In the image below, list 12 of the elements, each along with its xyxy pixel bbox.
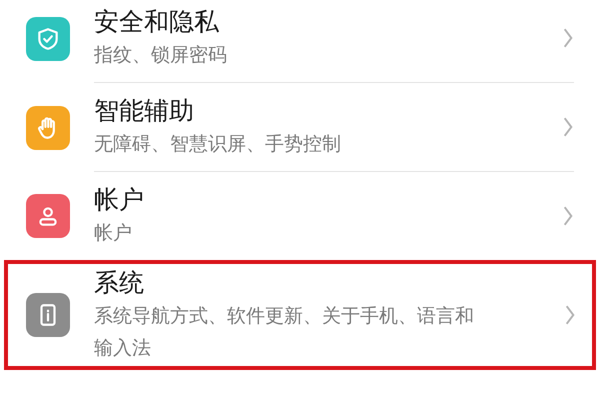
item-subtitle: 系统导航方式、软件更新、关于手机、语言和输入法 — [94, 304, 475, 361]
item-title: 系统 — [94, 267, 145, 299]
item-subtitle: 帐户 — [94, 221, 133, 246]
chevron-icon — [564, 304, 576, 326]
item-subtitle: 指纹、锁屏密码 — [94, 43, 228, 68]
chevron-icon — [562, 116, 574, 138]
chevron-icon — [562, 205, 574, 227]
item-title: 智能辅助 — [94, 95, 195, 127]
chevron-icon — [562, 27, 574, 49]
item-title: 安全和隐私 — [94, 6, 220, 38]
item-title: 帐户 — [94, 184, 145, 216]
item-subtitle: 无障碍、智慧识屏、手势控制 — [94, 132, 342, 157]
